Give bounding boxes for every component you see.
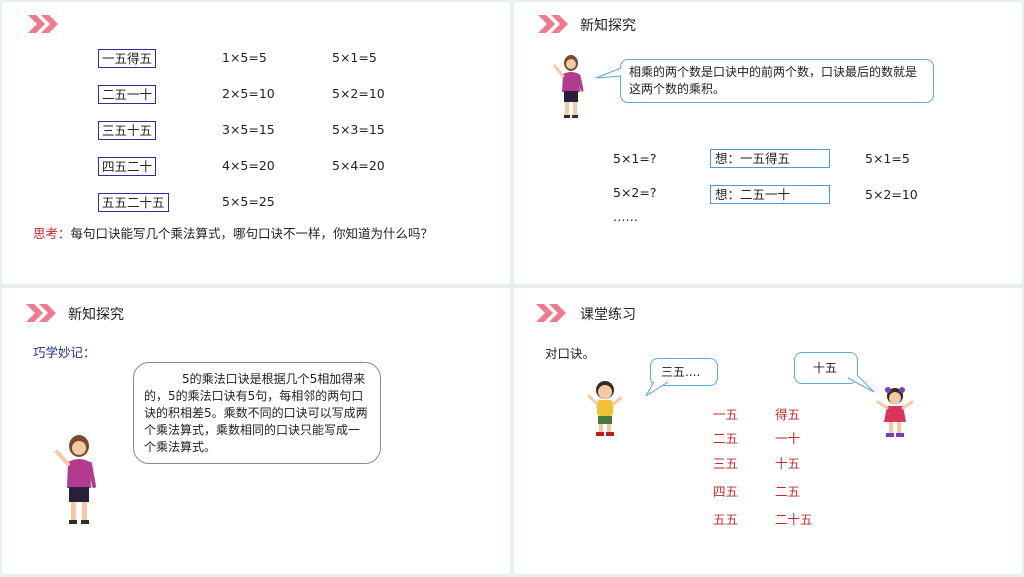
think-question: 思考：每句口诀能写几个乘法算式，哪句口诀不一样，你知道为什么吗？: [33, 223, 433, 242]
double-chevron-icon: [536, 304, 566, 322]
think-box-2: 想：二五一十: [710, 185, 830, 204]
rhyme-box-3: 三五十五: [98, 121, 157, 140]
rhyme-left-2[interactable]: 二五: [713, 428, 738, 447]
answer-2: 5×2=10: [865, 187, 918, 202]
answer-1: 5×1=5: [865, 151, 910, 166]
equation-a-1: 1×5=5: [222, 50, 267, 65]
think-label: 思考：: [33, 226, 71, 241]
think-box-1: 想：一五得五: [710, 149, 830, 168]
rhyme-right-2[interactable]: 一十: [775, 428, 800, 447]
rhyme-right-3[interactable]: 十五: [775, 453, 800, 472]
slide-title: 新知探究: [68, 307, 124, 323]
rhyme-box-2: 二五一十: [98, 85, 157, 104]
slide-new-knowledge-1: 新知探究 相乘的两个数是口诀中的前两个数，口诀最后的数就是这两个数的乘积。 5×…: [514, 2, 1022, 284]
rhyme-right-1[interactable]: 得五: [775, 404, 800, 423]
rhyme-left-1[interactable]: 一五: [713, 404, 738, 423]
slide-title: 新知探究: [580, 18, 636, 34]
bubble-tail: [595, 67, 622, 79]
equation-b-3: 5×3=15: [332, 122, 385, 137]
equation-a-3: 3×5=15: [222, 122, 275, 137]
memo-bubble: 5的乘法口诀是根据几个5相加得来的，5的乘法口诀有5句，每相邻的两句口诀的积相差…: [133, 362, 381, 464]
question-2: 5×2=?: [613, 185, 657, 200]
slide-classroom-practice: 课堂练习 对口诀。 三五.... 十五 一五 二五 三五 四五 五五 得五 一十…: [514, 288, 1022, 574]
slide-rhymes-table: 一五得五 二五一十 三五十五 四五二十 五五二十五 1×5=5 2×5=10 3…: [2, 2, 510, 284]
bubble-tail-right: [847, 375, 875, 393]
question-1: 5×1=?: [613, 151, 657, 166]
boy-figure: [587, 381, 623, 436]
speech-bubble: 相乘的两个数是口诀中的前两个数，口诀最后的数就是这两个数的乘积。: [620, 59, 934, 103]
equation-a-2: 2×5=10: [222, 86, 275, 101]
equation-b-4: 5×4=20: [332, 158, 385, 173]
double-chevron-icon: [538, 15, 568, 33]
teacher-figure: [553, 55, 584, 118]
equation-a-4: 4×5=20: [222, 158, 275, 173]
girl-figure: [876, 387, 914, 437]
slide-new-knowledge-2: 新知探究 巧学妙记： 5的乘法口诀是根据几个5相加得来的，5的乘法口诀有5句，每…: [2, 288, 510, 574]
think-text: 每句口诀能写几个乘法算式，哪句口诀不一样，你知道为什么吗？: [70, 226, 434, 241]
instruction: 对口诀。: [545, 346, 596, 361]
rhyme-left-5[interactable]: 五五: [713, 509, 738, 528]
rhyme-box-5: 五五二十五: [98, 193, 169, 212]
slide-title: 课堂练习: [580, 307, 636, 323]
double-chevron-icon: [26, 304, 56, 322]
rhyme-left-4[interactable]: 四五: [713, 481, 738, 500]
double-chevron-icon: [28, 15, 58, 33]
rhyme-left-3[interactable]: 三五: [713, 453, 738, 472]
equation-b-1: 5×1=5: [332, 50, 377, 65]
rhyme-right-5[interactable]: 二十五: [775, 509, 813, 528]
equation-b-2: 5×2=10: [332, 86, 385, 101]
teacher-figure: [55, 435, 96, 524]
rhyme-box-1: 一五得五: [98, 49, 157, 68]
ellipsis: ……: [613, 209, 638, 224]
equation-a-5: 5×5=25: [222, 194, 275, 209]
bubble-tail-left: [645, 381, 669, 397]
rhyme-right-4[interactable]: 二五: [775, 481, 800, 500]
rhyme-box-4: 四五二十: [98, 157, 157, 176]
memo-label: 巧学妙记：: [33, 345, 96, 360]
